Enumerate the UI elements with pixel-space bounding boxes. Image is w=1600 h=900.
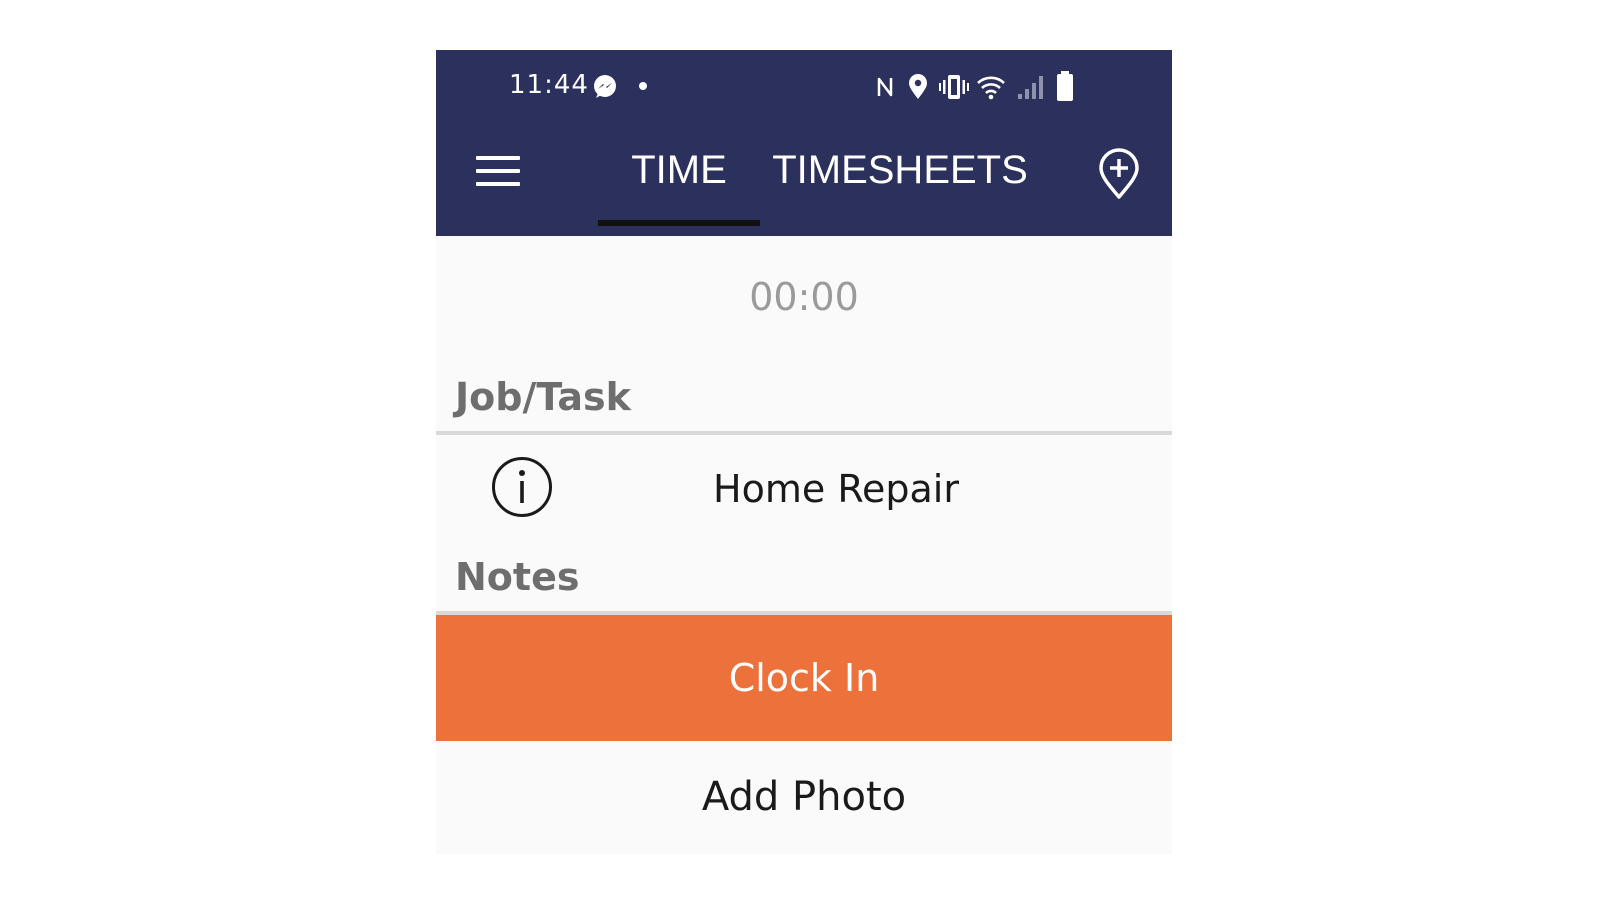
tab-time[interactable]: TIME [598,148,760,228]
job-task-label: Job/Task [455,375,631,419]
cell-signal-icon [1018,76,1043,99]
notes-label: Notes [455,555,580,599]
info-icon[interactable] [491,456,553,518]
status-bar: 11:44 [436,50,1172,130]
clock-in-button[interactable]: Clock In [436,615,1172,741]
add-location-icon[interactable] [1096,148,1142,200]
add-photo-button[interactable]: Add Photo [436,741,1172,854]
messenger-icon [594,75,616,98]
notification-dot-icon [639,82,647,90]
app-bar: 11:44 TIME TIMESHEETS [436,50,1172,236]
job-task-value: Home Repair [713,467,959,511]
nfc-icon [877,77,893,97]
tab-timesheets[interactable]: TIMESHEETS [772,148,1028,228]
vibrate-icon [939,75,969,99]
status-time: 11:44 [509,70,589,100]
wifi-icon [977,76,1005,100]
app-screen: 11:44 TIME TIMESHEETS 00:00 Job/Task Hom… [436,50,1172,854]
hamburger-menu-icon[interactable] [474,152,524,192]
elapsed-timer: 00:00 [749,275,859,319]
toolbar: TIME TIMESHEETS [436,130,1172,236]
location-icon [909,74,927,99]
battery-icon [1057,71,1073,101]
job-task-selector[interactable]: Home Repair [436,435,1172,545]
active-tab-indicator [598,220,760,226]
